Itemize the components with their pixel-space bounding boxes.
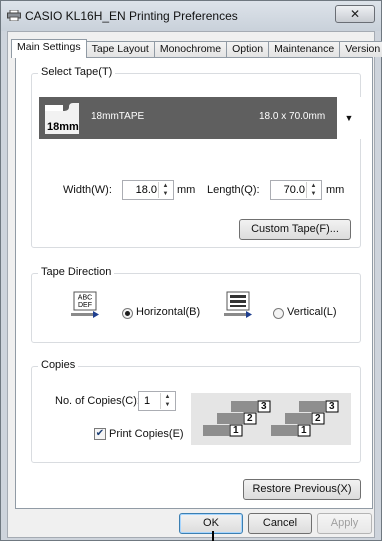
copies-label: Copies [38,359,79,371]
spin-arrows-icon[interactable]: ▲ ▼ [158,182,172,198]
window-title: CASIO KL16H_EN Printing Preferences [25,9,238,23]
spin-arrows-icon[interactable]: ▲ ▼ [306,182,320,198]
dropdown-arrow[interactable]: ▼ [337,97,361,139]
tape-direction-label: Tape Direction [38,266,115,278]
copies-illustration: 3 2 1 3 2 1 [191,393,351,445]
copies-count-label: No. of Copies(C): [55,395,140,407]
horizontal-radio[interactable] [122,308,133,319]
tape-name: 18mmTAPE [91,111,145,122]
copy-number: 2 [315,413,321,424]
tape-size: 18.0 x 70.0mm [259,111,326,122]
tab-tape-layout[interactable]: Tape Layout [85,41,155,57]
close-icon: ✕ [349,7,361,21]
title-bar[interactable]: CASIO KL16H_EN Printing Preferences ✕ [1,1,381,31]
custom-tape-button[interactable]: Custom Tape(F)... [239,219,351,240]
print-copies-checkbox[interactable]: ✔ [94,428,106,440]
width-stepper[interactable]: 18.0 ▲ ▼ [122,180,174,200]
printer-icon [7,10,21,21]
vertical-direction-icon [224,291,252,321]
tape-icon-label: 18mm [47,121,79,133]
ok-button[interactable]: OK [179,513,243,534]
svg-text:ABC: ABC [78,295,92,302]
copy-number: 3 [329,401,335,412]
vertical-label[interactable]: Vertical(L) [287,306,337,318]
length-unit: mm [326,184,345,196]
preferences-window: CASIO KL16H_EN Printing Preferences ✕ Ma… [0,0,382,541]
tab-option[interactable]: Option [226,41,270,57]
horizontal-label[interactable]: Horizontal(B) [136,306,200,318]
close-button[interactable]: ✕ [335,5,375,23]
vertical-radio[interactable] [273,308,284,319]
length-stepper[interactable]: 70.0 ▲ ▼ [270,180,322,200]
cancel-button[interactable]: Cancel [248,513,312,534]
copy-number: 1 [233,425,239,436]
copy-number: 1 [301,425,307,436]
tab-main-settings[interactable]: Main Settings [11,39,87,58]
width-value: 18.0 [135,184,157,196]
copies-stepper[interactable]: 1 ▲ ▼ [138,391,176,411]
tape-select-dropdown[interactable]: 18mm 18mmTAPE 18.0 x 70.0mm ▼ [39,97,361,139]
print-copies-label[interactable]: Print Copies(E) [109,428,184,440]
width-unit: mm [177,184,196,196]
apply-button[interactable]: Apply [317,513,372,534]
triangle-down-icon: ▼ [344,113,354,123]
copy-number: 3 [261,401,267,412]
tab-strip: Main Settings Tape Layout Monochrome Opt… [11,39,382,58]
copies-count-value: 1 [144,395,151,407]
tab-monochrome[interactable]: Monochrome [153,41,228,57]
mouse-cursor [212,531,214,541]
copy-number: 2 [247,413,253,424]
horizontal-direction-icon: ABC DEF [71,291,99,321]
tab-maintenance[interactable]: Maintenance [268,41,341,57]
length-value: 70.0 [283,184,305,196]
tape-icon: 18mm [45,101,79,134]
svg-text:DEF: DEF [78,302,92,309]
select-tape-label: Select Tape(T) [38,66,116,78]
tab-version[interactable]: Version [339,41,382,57]
length-label: Length(Q): [207,184,260,196]
width-label: Width(W): [63,184,112,196]
restore-previous-button[interactable]: Restore Previous(X) [243,479,361,500]
spin-arrows-icon[interactable]: ▲ ▼ [160,393,174,409]
